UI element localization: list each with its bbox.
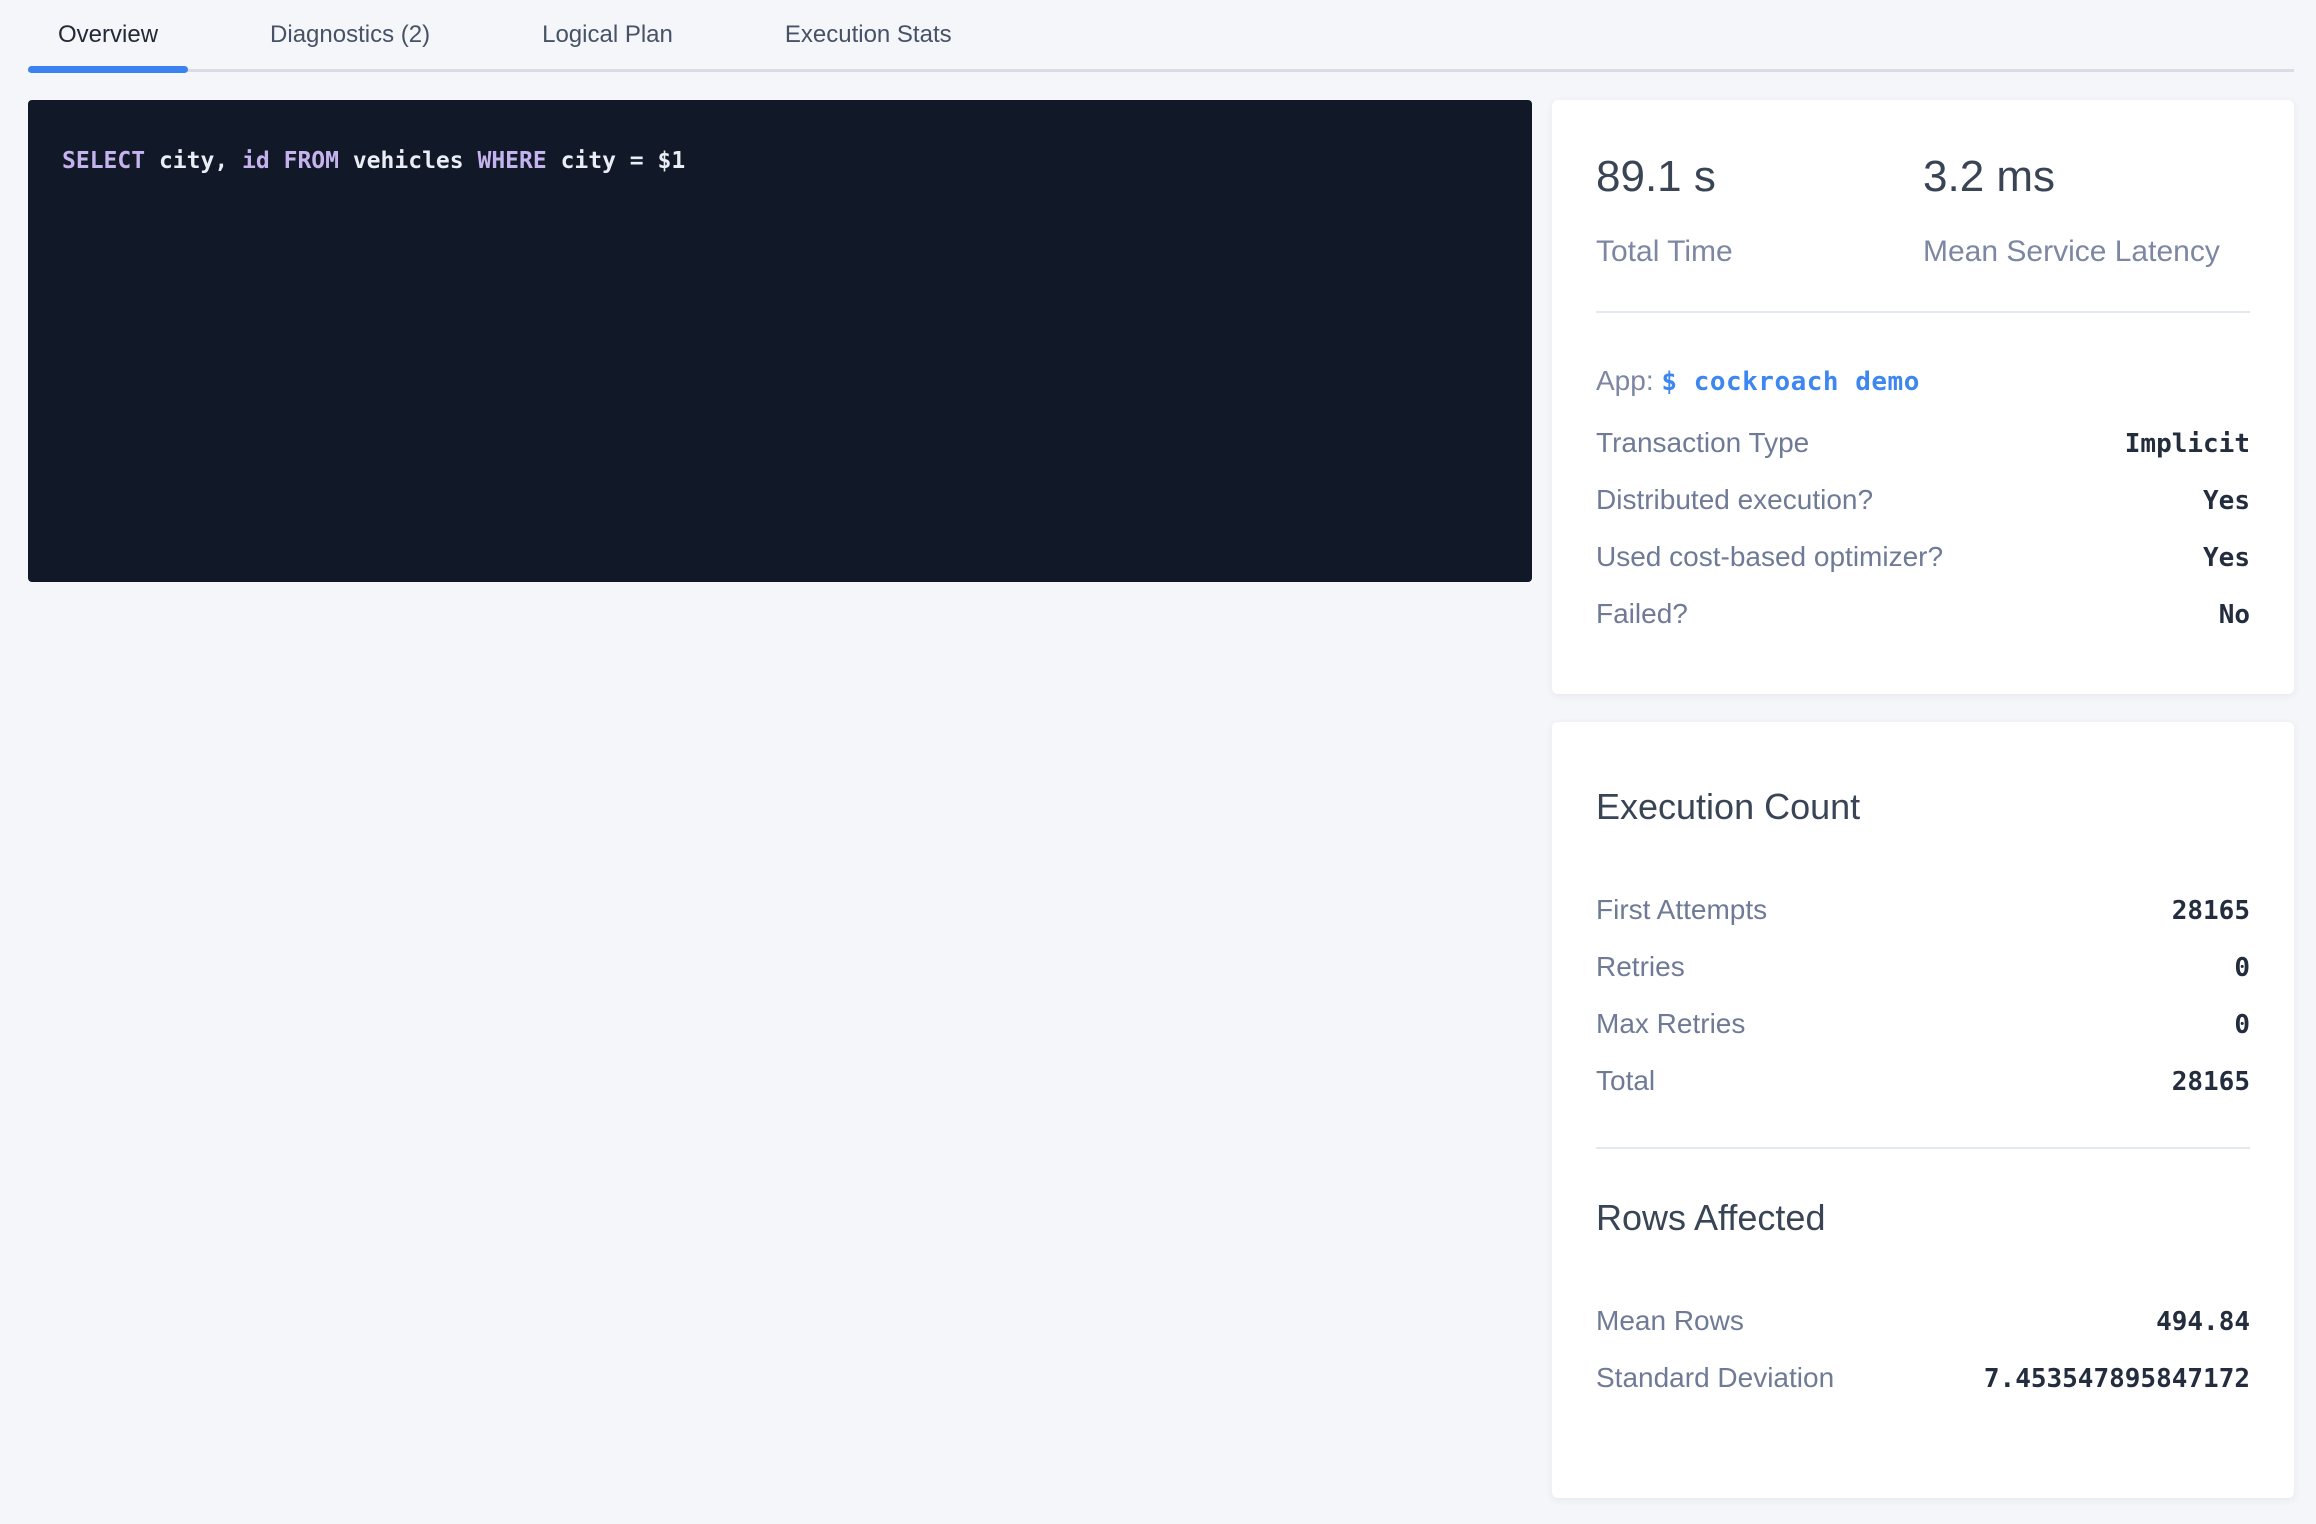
row-total: Total 28165 bbox=[1596, 1065, 2250, 1097]
row-label: First Attempts bbox=[1596, 894, 1767, 926]
sql-token bbox=[270, 148, 284, 174]
row-value: 494.84 bbox=[2156, 1307, 2250, 1337]
row-value: 7.453547895847172 bbox=[1984, 1364, 2250, 1394]
rows-affected-title: Rows Affected bbox=[1596, 1197, 2250, 1239]
tab-bar: Overview Diagnostics (2) Logical Plan Ex… bbox=[28, 0, 2294, 72]
tab-execution-stats[interactable]: Execution Stats bbox=[755, 0, 982, 69]
stats-row: 89.1 s Total Time 3.2 ms Mean Service La… bbox=[1596, 152, 2250, 269]
app-row: App: $ cockroach demo bbox=[1596, 365, 2250, 397]
row-retries: Retries 0 bbox=[1596, 951, 2250, 983]
row-distributed-execution: Distributed execution? Yes bbox=[1596, 484, 2250, 516]
tab-overview[interactable]: Overview bbox=[28, 0, 188, 69]
statement-details-page: Overview Diagnostics (2) Logical Plan Ex… bbox=[0, 0, 2316, 1524]
tab-overview-label: Overview bbox=[58, 21, 158, 49]
row-label: Distributed execution? bbox=[1596, 484, 1873, 516]
tab-logical-plan-label: Logical Plan bbox=[542, 21, 673, 49]
execution-divider bbox=[1596, 1147, 2250, 1149]
sql-token: WHERE bbox=[477, 148, 546, 174]
stat-total-time: 89.1 s Total Time bbox=[1596, 152, 1923, 269]
app-label: App: bbox=[1596, 365, 1654, 396]
row-label: Retries bbox=[1596, 951, 1685, 983]
tab-execution-stats-label: Execution Stats bbox=[785, 21, 952, 49]
sql-statement-box: SELECT city, id FROM vehicles WHERE city… bbox=[28, 100, 1532, 582]
row-value: 0 bbox=[2234, 1010, 2250, 1040]
tab-logical-plan[interactable]: Logical Plan bbox=[512, 0, 703, 69]
row-label: Max Retries bbox=[1596, 1008, 1745, 1040]
row-value: Implicit bbox=[2125, 429, 2250, 459]
row-value: No bbox=[2219, 600, 2250, 630]
row-value: Yes bbox=[2203, 486, 2250, 516]
execution-card: Execution Count First Attempts 28165 Ret… bbox=[1552, 722, 2294, 1498]
row-mean-rows: Mean Rows 494.84 bbox=[1596, 1305, 2250, 1337]
row-value: Yes bbox=[2203, 543, 2250, 573]
summary-card: 89.1 s Total Time 3.2 ms Mean Service La… bbox=[1552, 100, 2294, 694]
row-value: 28165 bbox=[2172, 1067, 2250, 1097]
tab-diagnostics[interactable]: Diagnostics (2) bbox=[240, 0, 460, 69]
tab-diagnostics-label: Diagnostics (2) bbox=[270, 21, 430, 49]
execution-count-title: Execution Count bbox=[1596, 786, 2250, 828]
row-failed: Failed? No bbox=[1596, 598, 2250, 630]
row-first-attempts: First Attempts 28165 bbox=[1596, 894, 2250, 926]
row-label: Mean Rows bbox=[1596, 1305, 1744, 1337]
total-time-value: 89.1 s bbox=[1596, 152, 1923, 203]
mean-service-latency-label: Mean Service Latency bbox=[1923, 235, 2250, 269]
sql-token: vehicles bbox=[339, 148, 477, 174]
row-transaction-type: Transaction Type Implicit bbox=[1596, 427, 2250, 459]
row-standard-deviation: Standard Deviation 7.453547895847172 bbox=[1596, 1362, 2250, 1394]
row-label: Total bbox=[1596, 1065, 1655, 1097]
row-cost-based-optimizer: Used cost-based optimizer? Yes bbox=[1596, 541, 2250, 573]
app-link[interactable]: $ cockroach demo bbox=[1661, 367, 1919, 397]
mean-service-latency-value: 3.2 ms bbox=[1923, 152, 2250, 203]
row-label: Standard Deviation bbox=[1596, 1362, 1834, 1394]
row-label: Transaction Type bbox=[1596, 427, 1809, 459]
row-max-retries: Max Retries 0 bbox=[1596, 1008, 2250, 1040]
row-value: 28165 bbox=[2172, 896, 2250, 926]
sql-statement-text: SELECT city, id FROM vehicles WHERE city… bbox=[62, 148, 685, 174]
sql-token: id bbox=[242, 148, 270, 174]
row-label: Failed? bbox=[1596, 598, 1688, 630]
sql-token: city, bbox=[145, 148, 242, 174]
sql-token: SELECT bbox=[62, 148, 145, 174]
stat-mean-service-latency: 3.2 ms Mean Service Latency bbox=[1923, 152, 2250, 269]
row-label: Used cost-based optimizer? bbox=[1596, 541, 1943, 573]
sql-token: FROM bbox=[284, 148, 339, 174]
total-time-label: Total Time bbox=[1596, 235, 1923, 269]
row-value: 0 bbox=[2234, 953, 2250, 983]
summary-divider bbox=[1596, 311, 2250, 313]
sql-token: city = $1 bbox=[547, 148, 685, 174]
